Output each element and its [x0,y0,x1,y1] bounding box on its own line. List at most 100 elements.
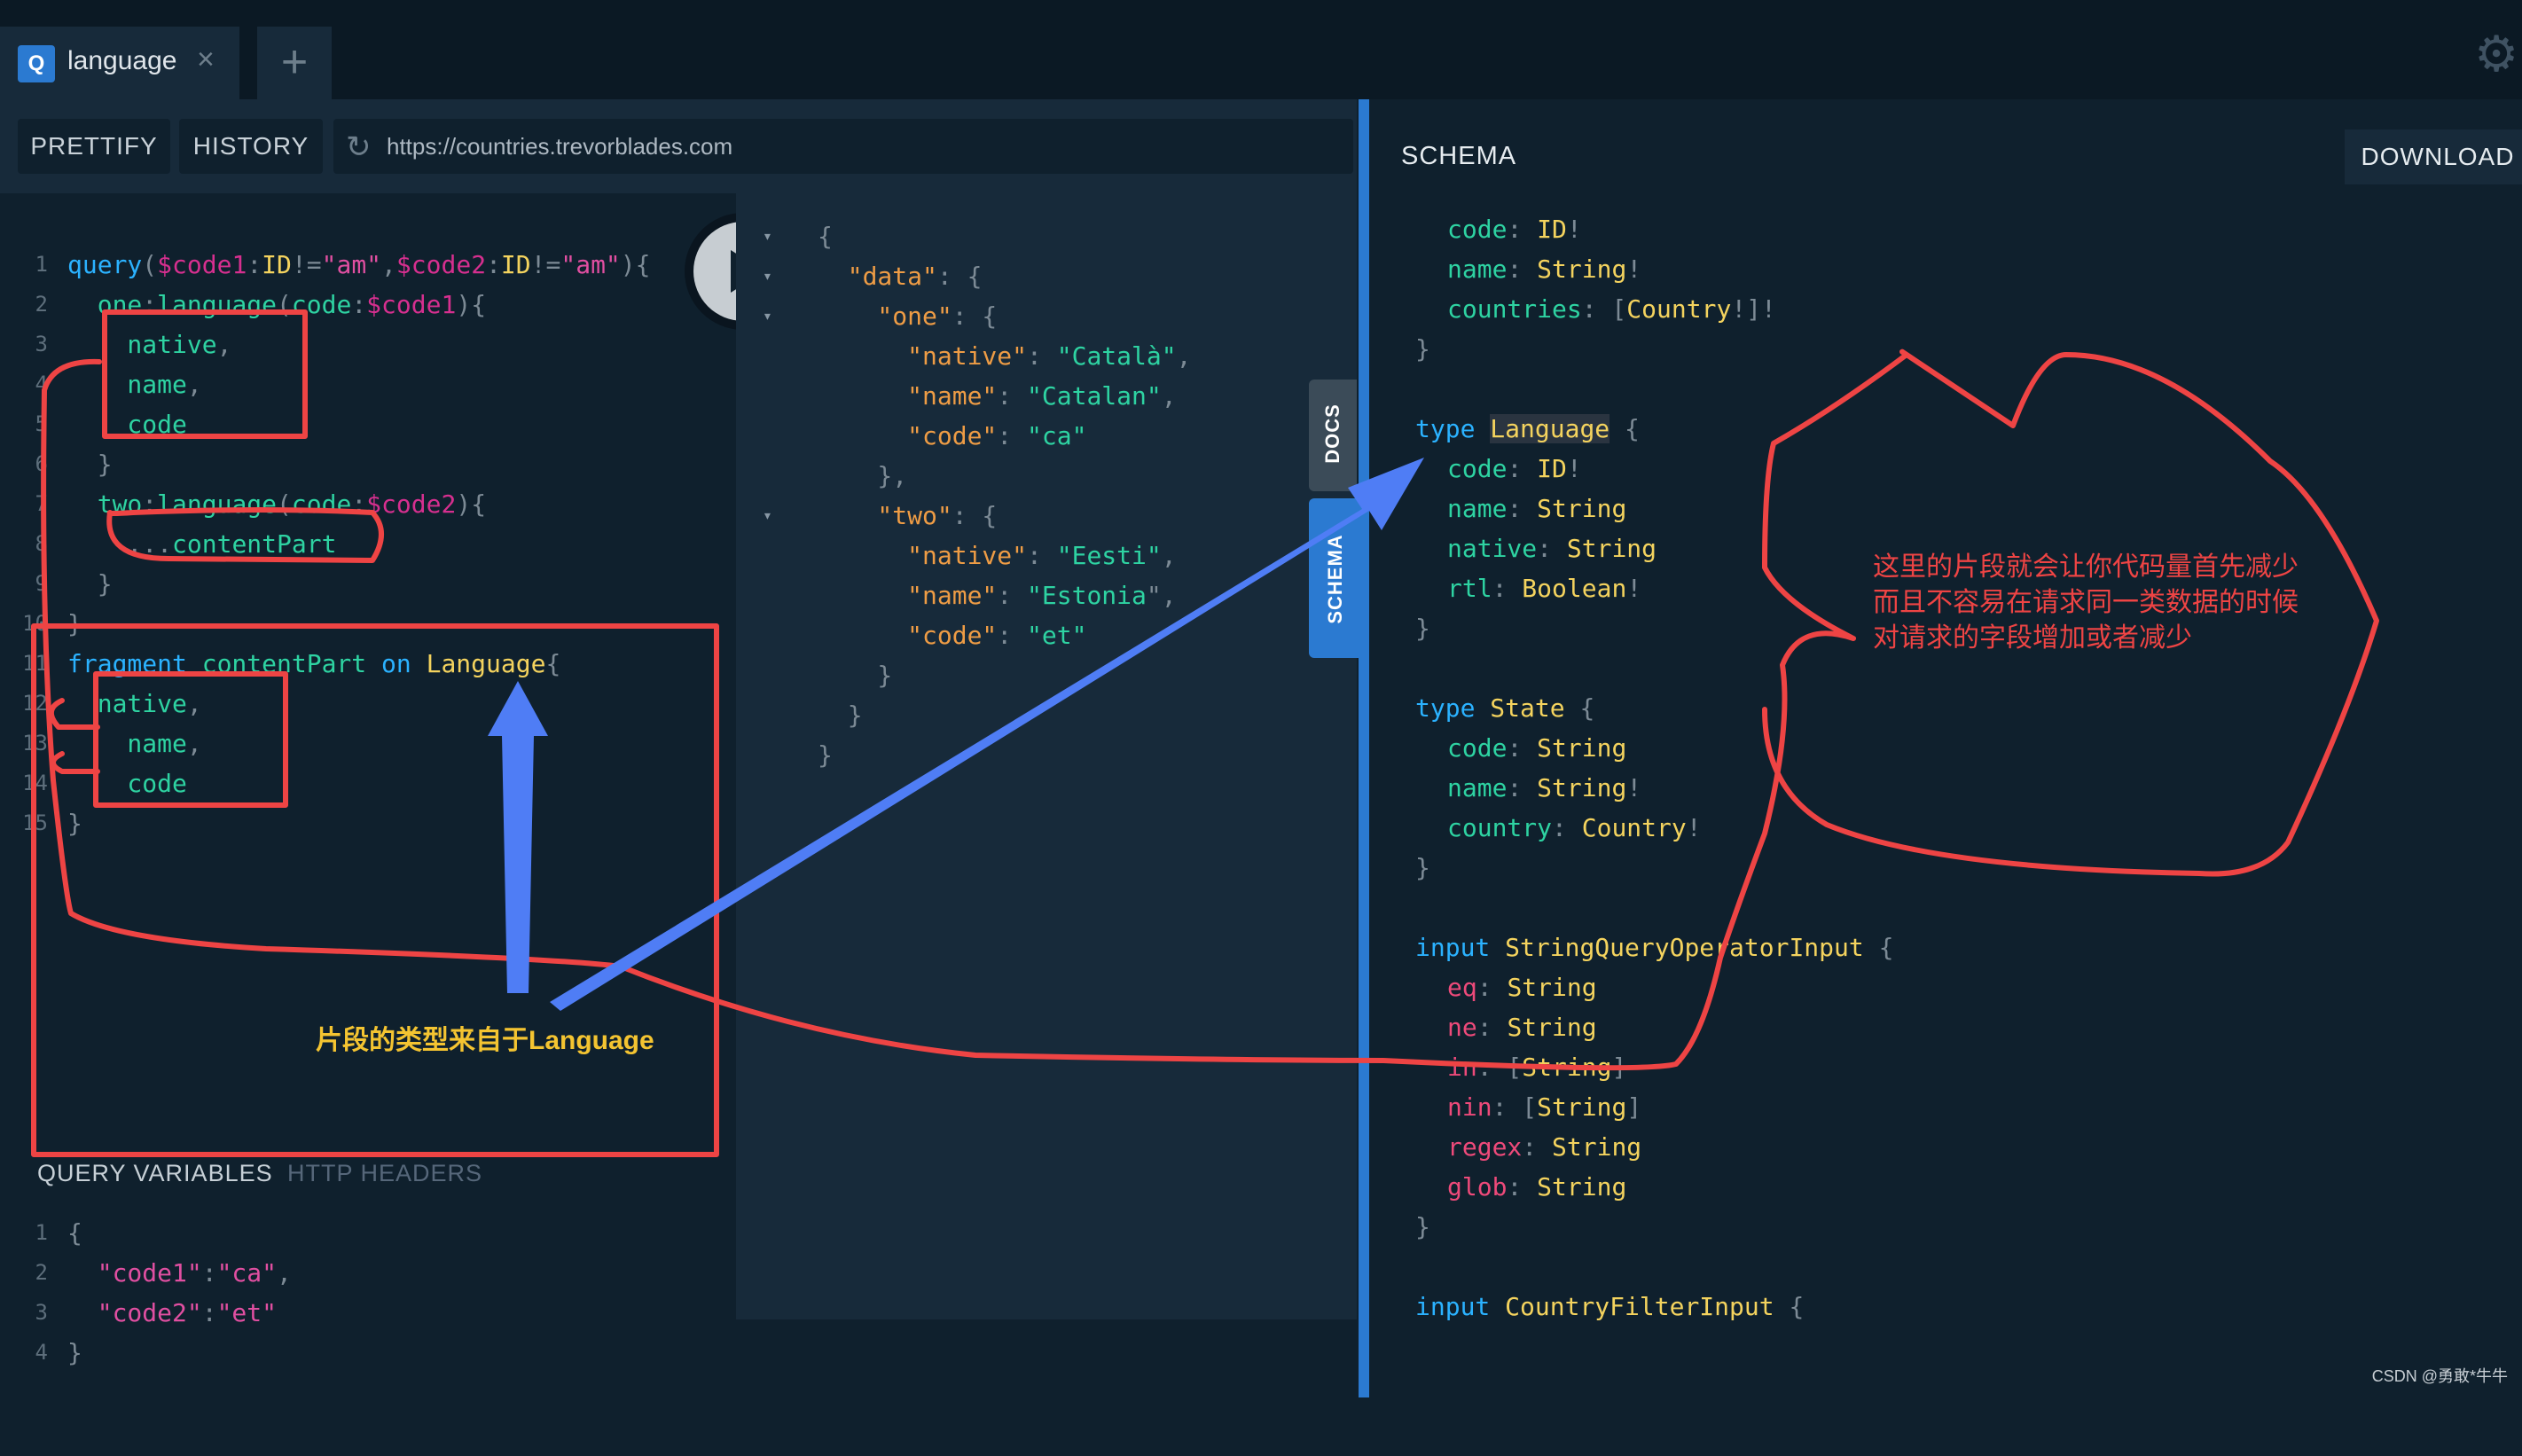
code-token: : [1476,973,1508,1002]
code-text: query($code1:ID!="am",$code2:ID!="am"){ [67,245,651,285]
code-token: , [186,729,202,758]
code-token: : [1552,813,1582,842]
schema-line: code: String [1447,728,1626,768]
code-token: , [1161,541,1177,570]
line-number: 4 [35,372,48,396]
schema-tab[interactable]: SCHEMA [1309,498,1362,658]
code-token: String [1537,254,1627,284]
code-token: ) [456,489,472,519]
line-number: 6 [35,451,48,476]
line-number: 1 [35,1220,48,1245]
code-token: : [1507,773,1538,802]
code-token: language [157,290,278,319]
refresh-icon[interactable]: ↻ [346,129,372,165]
schema-line: } [1415,1207,1430,1247]
code-token: : [201,1258,217,1288]
code-token: "name" [818,581,998,610]
code-token: name [67,729,187,758]
schema-line: } [1415,329,1430,369]
code-token: input [1415,1292,1491,1321]
code-token: "Catalan" [1027,381,1162,411]
endpoint-url-input[interactable]: ↻ https://countries.trevorblades.com [333,119,1353,174]
code-token: "et" [1027,621,1087,650]
schema-line: } [1415,608,1430,648]
code-token: "Estonia [1027,581,1147,610]
code-token: ) [620,250,636,279]
code-token: "code" [818,421,998,450]
collapse-arrow-icon[interactable]: ▾ [763,296,772,336]
code-token: String [1507,973,1597,1002]
code-token: : [ [1581,294,1627,324]
code-token: ! [1686,813,1702,842]
code-token: : [997,421,1028,450]
tab-language[interactable]: Q language × [0,27,239,99]
result-text: "code": "et" [818,615,1086,655]
code-token: ", [1146,581,1177,610]
schema-sdl: code: ID! name: String! countries: [Countr… [1369,206,2522,1456]
query-editor[interactable]: 1 query($code1:ID!="am",$code2:ID!="am"){… [0,193,736,1133]
endpoint-url-text: https://countries.trevorblades.com [387,133,733,160]
watermark: CSDN @勇敢*牛牛 [2371,1367,2508,1385]
prettify-button[interactable]: PRETTIFY [18,119,170,174]
close-icon[interactable]: × [197,43,215,77]
code-token: { [1610,414,1640,443]
add-tab-button[interactable]: + [257,27,332,99]
collapse-arrow-icon[interactable]: ▾ [763,496,772,536]
code-token: ! [1566,215,1582,244]
code-token: : [1522,1132,1553,1162]
code-token: != [291,250,322,279]
query-tab-icon: Q [18,45,55,82]
code-token: } [1415,853,1430,882]
history-button[interactable]: HISTORY [179,119,323,174]
code-token: code [1447,454,1508,483]
code-token: } [67,609,82,638]
code-token: : [201,1298,217,1327]
code-token: ( [277,290,292,319]
code-token: type [1415,693,1476,723]
code-token: glob [1447,1172,1508,1202]
code-token: ID [1537,454,1567,483]
code-token: : [1492,574,1523,603]
code-token: name [1447,254,1508,284]
code-token: type [1415,414,1476,443]
collapse-arrow-icon[interactable]: ▾ [763,256,772,296]
code-token: eq [1447,973,1477,1002]
schema-line: country: Country! [1447,808,1702,848]
annotation-yellow-note: 片段的类型来自于Language [316,1026,654,1055]
result-text: "one": { [818,296,997,336]
code-token: ( [142,250,158,279]
tab-http-headers[interactable]: HTTP HEADERS [287,1160,482,1187]
code-token: country [1447,813,1553,842]
tab-bar: Q language × + ⚙ [0,0,2522,99]
code-token: "one" [818,301,952,331]
panel-divider[interactable] [1359,99,1369,1397]
code-text: } [67,444,113,484]
docs-tab[interactable]: DOCS [1309,380,1357,491]
schema-line: glob: String [1447,1167,1626,1207]
code-token: : [997,621,1028,650]
line-number: 10 [22,611,48,636]
code-token: name [1447,773,1508,802]
code-token: , [277,1258,292,1288]
code-token: language [157,489,278,519]
code-token: native [67,330,217,359]
schema-line: code: ID! [1447,209,1582,249]
code-token: code [1447,733,1508,763]
code-token: contentPart [172,529,337,559]
code-token: } [818,701,863,730]
code-token: , [1161,381,1177,411]
collapse-arrow-icon[interactable]: ▾ [763,216,772,256]
code-token: "ca" [1027,421,1087,450]
download-button[interactable]: DOWNLOAD [2345,129,2522,184]
code-token: , [186,370,202,399]
code-token: "ca" [216,1258,278,1288]
line-number: 8 [35,531,48,556]
schema-line: regex: String [1447,1127,1641,1167]
gear-icon[interactable]: ⚙ [2474,25,2518,83]
variables-editor[interactable]: 1{2 "code1":"ca", 3 "code2":"et" 4} [0,1206,736,1397]
code-token: : [1507,1172,1538,1202]
tab-query-variables[interactable]: QUERY VARIABLES [37,1160,273,1187]
code-text: } [67,803,82,843]
